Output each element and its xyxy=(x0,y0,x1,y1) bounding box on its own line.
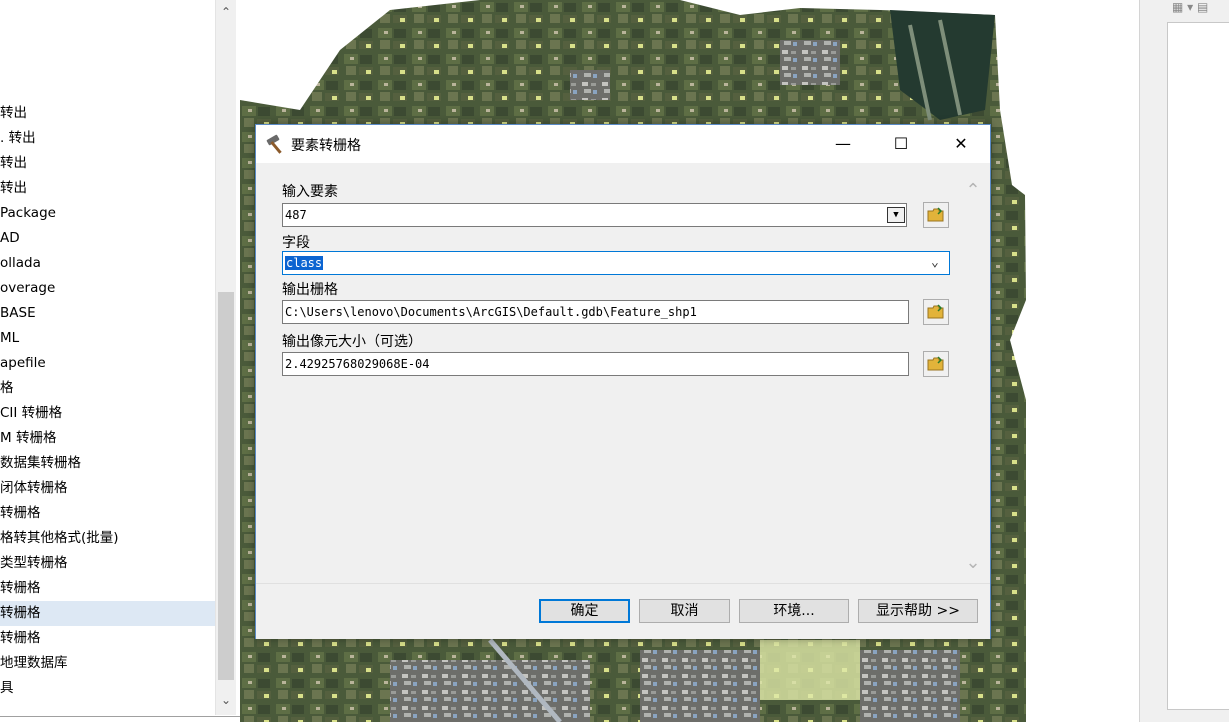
field-select[interactable]: class ⌄ xyxy=(282,251,950,275)
toolbox-tree-panel: 转出. 转出 转出 转出 Package AD ollada overage BASE ML ap… xyxy=(0,0,241,717)
dialog-scrollbar[interactable]: ⌃ ⌄ xyxy=(963,181,987,581)
toolbox-tree-item[interactable]: Package xyxy=(0,201,216,226)
browse-input-button[interactable] xyxy=(923,202,949,228)
input-features-label: 输入要素 xyxy=(282,184,338,200)
toolbox-tree-item[interactable]: AD xyxy=(0,226,216,251)
toolbox-tree-item[interactable]: 转栅格 xyxy=(0,601,216,626)
open-folder-icon xyxy=(927,356,944,371)
scroll-up-icon[interactable]: ⌃ xyxy=(216,2,236,22)
show-help-button[interactable]: 显示帮助 >> xyxy=(858,599,978,623)
open-folder-icon xyxy=(927,304,944,319)
scroll-up-icon[interactable]: ⌃ xyxy=(963,181,983,201)
feature-to-raster-dialog: 要素转栅格 — ☐ ✕ 输入要素 487 ▼ 字段 class ⌄ 输出栅格 C… xyxy=(255,124,991,639)
scroll-down-icon[interactable]: ⌄ xyxy=(216,690,236,710)
field-select-value: class xyxy=(285,256,324,270)
dialog-title: 要素转栅格 xyxy=(291,138,361,154)
toolbox-tree-item[interactable]: 闭体转栅格 xyxy=(0,476,216,501)
ok-button[interactable]: 确定 xyxy=(539,599,630,623)
scrollbar-thumb[interactable] xyxy=(218,292,234,680)
dropdown-arrow-icon[interactable]: ▼ xyxy=(887,207,905,223)
toolbox-tree-item[interactable]: 格转其他格式(批量) xyxy=(0,526,216,551)
toolbox-tree-item[interactable]: . 转出 xyxy=(0,126,216,151)
toolbox-tree-item[interactable]: ML xyxy=(0,326,216,351)
toolbox-tree-item[interactable]: CII 转栅格 xyxy=(0,401,216,426)
toolbox-tree-item[interactable]: 转栅格 xyxy=(0,501,216,526)
input-features-combobox[interactable]: 487 ▼ xyxy=(282,203,907,227)
field-label: 字段 xyxy=(282,235,310,251)
dialog-titlebar[interactable]: 要素转栅格 — ☐ ✕ xyxy=(256,125,990,163)
output-raster-label: 输出栅格 xyxy=(282,282,338,298)
toolbox-tree-item[interactable]: 数据集转栅格 xyxy=(0,451,216,476)
maximize-button[interactable]: ☐ xyxy=(872,125,930,163)
minimize-button[interactable]: — xyxy=(814,125,872,163)
toolbox-tree-item[interactable]: 格 xyxy=(0,376,216,401)
chevron-down-icon[interactable]: ⌄ xyxy=(931,252,939,274)
toolbox-tree-item[interactable]: M 转栅格 xyxy=(0,426,216,451)
cellsize-label: 输出像元大小（可选） xyxy=(282,334,422,350)
environments-button[interactable]: 环境... xyxy=(739,599,849,623)
panel-toolbar-icon[interactable]: ▦ ▾ ▤ xyxy=(1172,0,1208,14)
toolbox-tree-item[interactable]: 类型转栅格 xyxy=(0,551,216,576)
browse-cellsize-button[interactable] xyxy=(923,351,949,377)
right-panel: ▦ ▾ ▤ xyxy=(1139,0,1229,722)
toolbox-tree-item[interactable]: 转出 xyxy=(0,176,216,201)
scroll-down-icon[interactable]: ⌄ xyxy=(963,553,983,573)
close-button[interactable]: ✕ xyxy=(932,125,990,163)
cancel-button[interactable]: 取消 xyxy=(639,599,730,623)
toolbox-tree-item[interactable]: ollada xyxy=(0,251,216,276)
toolbox-tree-item[interactable]: 转出 xyxy=(0,101,216,126)
toolbox-tree-item[interactable]: 转栅格 xyxy=(0,626,216,651)
toolbox-tree-item[interactable]: 具 xyxy=(0,676,216,701)
toolbox-tree-item[interactable]: BASE xyxy=(0,301,216,326)
dialog-footer: 确定 取消 环境... 显示帮助 >> xyxy=(256,583,990,639)
toolbox-tree-item[interactable]: 地理数据库 xyxy=(0,651,216,676)
input-features-value: 487 xyxy=(285,208,307,222)
toolbox-tree-item[interactable]: overage xyxy=(0,276,216,301)
hammer-icon xyxy=(266,134,282,154)
toolbox-tree-item[interactable]: apefile xyxy=(0,351,216,376)
toolbox-scrollbar[interactable]: ⌃ ⌄ xyxy=(215,0,236,715)
output-raster-input[interactable]: C:\Users\lenovo\Documents\ArcGIS\Default… xyxy=(282,300,909,324)
toolbox-tree-list: 转出. 转出 转出 转出 Package AD ollada overage BASE ML ap… xyxy=(0,101,216,701)
browse-output-button[interactable] xyxy=(923,299,949,325)
toolbox-tree-item[interactable]: 转栅格 xyxy=(0,576,216,601)
toolbox-tree-item[interactable]: 转出 xyxy=(0,151,216,176)
dialog-content: 输入要素 487 ▼ 字段 class ⌄ 输出栅格 C:\Users\leno… xyxy=(256,163,990,583)
right-panel-content xyxy=(1167,22,1229,710)
open-folder-icon xyxy=(927,207,944,222)
cellsize-input[interactable]: 2.42925768029068E-04 xyxy=(282,352,909,376)
